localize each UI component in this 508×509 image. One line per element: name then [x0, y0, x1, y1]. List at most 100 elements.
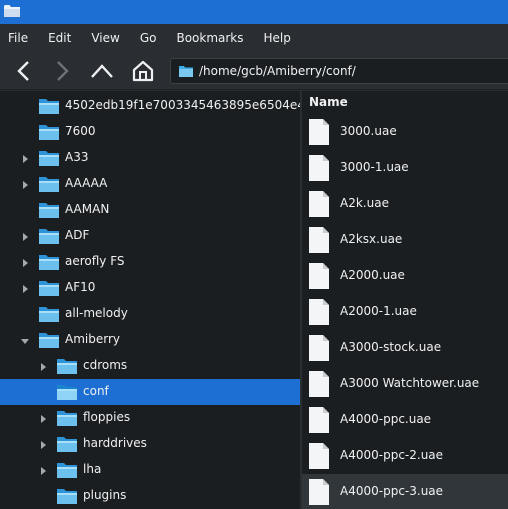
text-file-icon — [308, 262, 330, 290]
folder-tree[interactable]: 4502edb19f1e7003345463895e6504e4-d8 7600… — [0, 91, 300, 509]
file-item[interactable]: A4000-ppc-3.uae — [302, 474, 508, 509]
folder-icon — [56, 383, 78, 401]
tree-item[interactable]: plugins — [0, 483, 300, 509]
folder-icon — [38, 123, 60, 141]
file-name: A3000 Watchtower.uae — [340, 376, 480, 390]
file-item[interactable]: A2ksx.uae — [302, 222, 508, 258]
folder-icon — [38, 149, 60, 167]
chevron-right-icon[interactable] — [20, 283, 30, 293]
chevron-right-icon[interactable] — [20, 179, 30, 189]
home-button[interactable] — [130, 58, 156, 84]
text-file-icon — [308, 370, 330, 398]
folder-icon — [56, 409, 78, 427]
text-file-icon — [308, 154, 330, 182]
folder-icon — [38, 201, 60, 219]
up-button[interactable] — [89, 58, 115, 84]
file-item[interactable]: A2k.uae — [302, 186, 508, 222]
file-name: A2ksx.uae — [340, 232, 403, 246]
chevron-right-icon[interactable] — [20, 153, 30, 163]
list-header: Name — [302, 91, 508, 113]
chevron-down-icon[interactable] — [20, 335, 30, 345]
menu-bar: File Edit View Go Bookmarks Help — [0, 24, 508, 52]
column-header-name[interactable]: Name — [309, 95, 348, 109]
tree-item[interactable]: ADF — [0, 223, 300, 249]
tree-item-label: aerofly FS — [65, 254, 125, 268]
tree-item-label: plugins — [83, 488, 127, 502]
file-name: 3000-1.uae — [340, 160, 409, 174]
file-name: A3000-stock.uae — [340, 340, 442, 354]
file-name: A2000.uae — [340, 268, 405, 282]
tree-item[interactable]: 4502edb19f1e7003345463895e6504e4-d8 — [0, 93, 300, 119]
menu-help[interactable]: Help — [264, 31, 291, 45]
file-name: 3000.uae — [340, 124, 397, 138]
chevron-right-icon[interactable] — [38, 413, 48, 423]
tree-item[interactable]: A33 — [0, 145, 300, 171]
file-item[interactable]: A3000-stock.uae — [302, 330, 508, 366]
file-list[interactable]: Name 3000.uae 3000-1.uae A2k.uae A2ksx.uae A… — [302, 91, 508, 509]
chevron-right-icon[interactable] — [38, 439, 48, 449]
file-name: A4000-ppc-3.uae — [340, 484, 444, 498]
tree-item-label: conf — [83, 384, 109, 398]
folder-icon — [38, 305, 60, 323]
file-item[interactable]: A2000.uae — [302, 258, 508, 294]
tree-item[interactable]: 7600 — [0, 119, 300, 145]
menu-view[interactable]: View — [91, 31, 119, 45]
forward-button[interactable] — [50, 58, 76, 84]
menu-go[interactable]: Go — [140, 31, 157, 45]
menu-file[interactable]: File — [8, 31, 28, 45]
folder-icon — [56, 357, 78, 375]
folder-icon — [38, 175, 60, 193]
folder-icon — [179, 66, 193, 77]
tree-item-label: AF10 — [65, 280, 96, 294]
chevron-right-icon[interactable] — [20, 257, 30, 267]
menu-edit[interactable]: Edit — [48, 31, 71, 45]
tree-item-label: 4502edb19f1e7003345463895e6504e4-d8 — [65, 98, 300, 112]
tree-item[interactable]: harddrives — [0, 431, 300, 457]
file-item[interactable]: A2000-1.uae — [302, 294, 508, 330]
chevron-right-icon[interactable] — [38, 465, 48, 475]
tree-item[interactable]: Amiberry — [0, 327, 300, 353]
tree-item-label: cdroms — [83, 358, 128, 372]
tree-item-label: floppies — [83, 410, 131, 424]
text-file-icon — [308, 478, 330, 506]
tree-item[interactable]: AAMAN — [0, 197, 300, 223]
tree-item[interactable]: cdroms — [0, 353, 300, 379]
file-name: A4000-ppc-2.uae — [340, 448, 444, 462]
chevron-right-icon[interactable] — [38, 361, 48, 371]
file-name: A2k.uae — [340, 196, 389, 210]
tree-item[interactable]: lha — [0, 457, 300, 483]
toolbar: /home/gcb/Amiberry/conf/ — [0, 52, 508, 90]
tree-item[interactable]: all-melody — [0, 301, 300, 327]
title-bar — [0, 0, 508, 24]
location-bar[interactable]: /home/gcb/Amiberry/conf/ — [170, 58, 508, 84]
folder-icon — [38, 279, 60, 297]
home-icon — [132, 60, 154, 82]
tree-item[interactable]: AAAAA — [0, 171, 300, 197]
folder-icon — [56, 435, 78, 453]
file-item[interactable]: A4000-ppc.uae — [302, 402, 508, 438]
tree-item-label: harddrives — [83, 436, 147, 450]
up-arrow-icon — [91, 64, 113, 78]
menu-bookmarks[interactable]: Bookmarks — [176, 31, 243, 45]
tree-item[interactable]: AF10 — [0, 275, 300, 301]
folder-icon — [38, 97, 60, 115]
folder-icon — [56, 461, 78, 479]
file-item[interactable]: A4000-ppc-2.uae — [302, 438, 508, 474]
tree-item-label: ADF — [65, 228, 90, 242]
tree-item[interactable]: conf — [0, 379, 300, 405]
file-item[interactable]: 3000.uae — [302, 114, 508, 150]
tree-item[interactable]: floppies — [0, 405, 300, 431]
back-button[interactable] — [10, 58, 36, 84]
tree-item-label: AAAAA — [65, 176, 108, 190]
chevron-right-icon[interactable] — [20, 231, 30, 241]
file-item[interactable]: A3000 Watchtower.uae — [302, 366, 508, 402]
text-file-icon — [308, 118, 330, 146]
tree-item[interactable]: aerofly FS — [0, 249, 300, 275]
file-name: A2000-1.uae — [340, 304, 417, 318]
text-file-icon — [308, 334, 330, 362]
tree-item-label: 7600 — [65, 124, 96, 138]
back-arrow-icon — [17, 61, 29, 81]
file-item[interactable]: 3000-1.uae — [302, 150, 508, 186]
forward-arrow-icon — [57, 61, 69, 81]
text-file-icon — [308, 298, 330, 326]
